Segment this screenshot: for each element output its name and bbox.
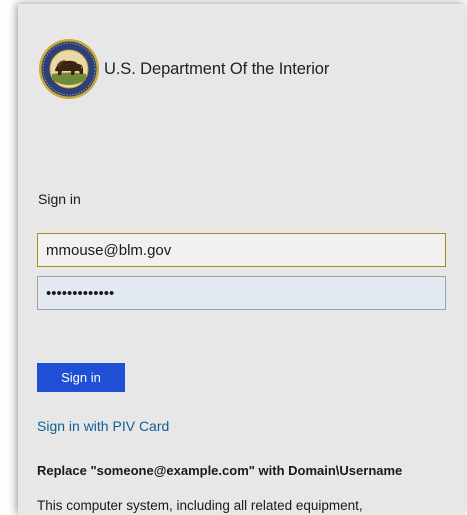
piv-card-signin-link[interactable]: Sign in with PIV Card (37, 418, 169, 434)
password-field[interactable] (37, 276, 446, 310)
page-frame: U.S. Department Of the Interior Sign in … (0, 0, 467, 515)
signin-button[interactable]: Sign in (37, 363, 125, 392)
system-use-disclaimer: This computer system, including all rela… (37, 498, 363, 513)
username-field[interactable] (37, 233, 446, 267)
doi-bison-seal-icon (39, 39, 99, 99)
domain-username-hint: Replace "someone@example.com" with Domai… (37, 463, 403, 478)
org-header: U.S. Department Of the Interior (38, 38, 329, 100)
signin-heading: Sign in (38, 191, 81, 207)
signin-card: U.S. Department Of the Interior Sign in … (18, 4, 465, 515)
org-name: U.S. Department Of the Interior (104, 59, 330, 78)
